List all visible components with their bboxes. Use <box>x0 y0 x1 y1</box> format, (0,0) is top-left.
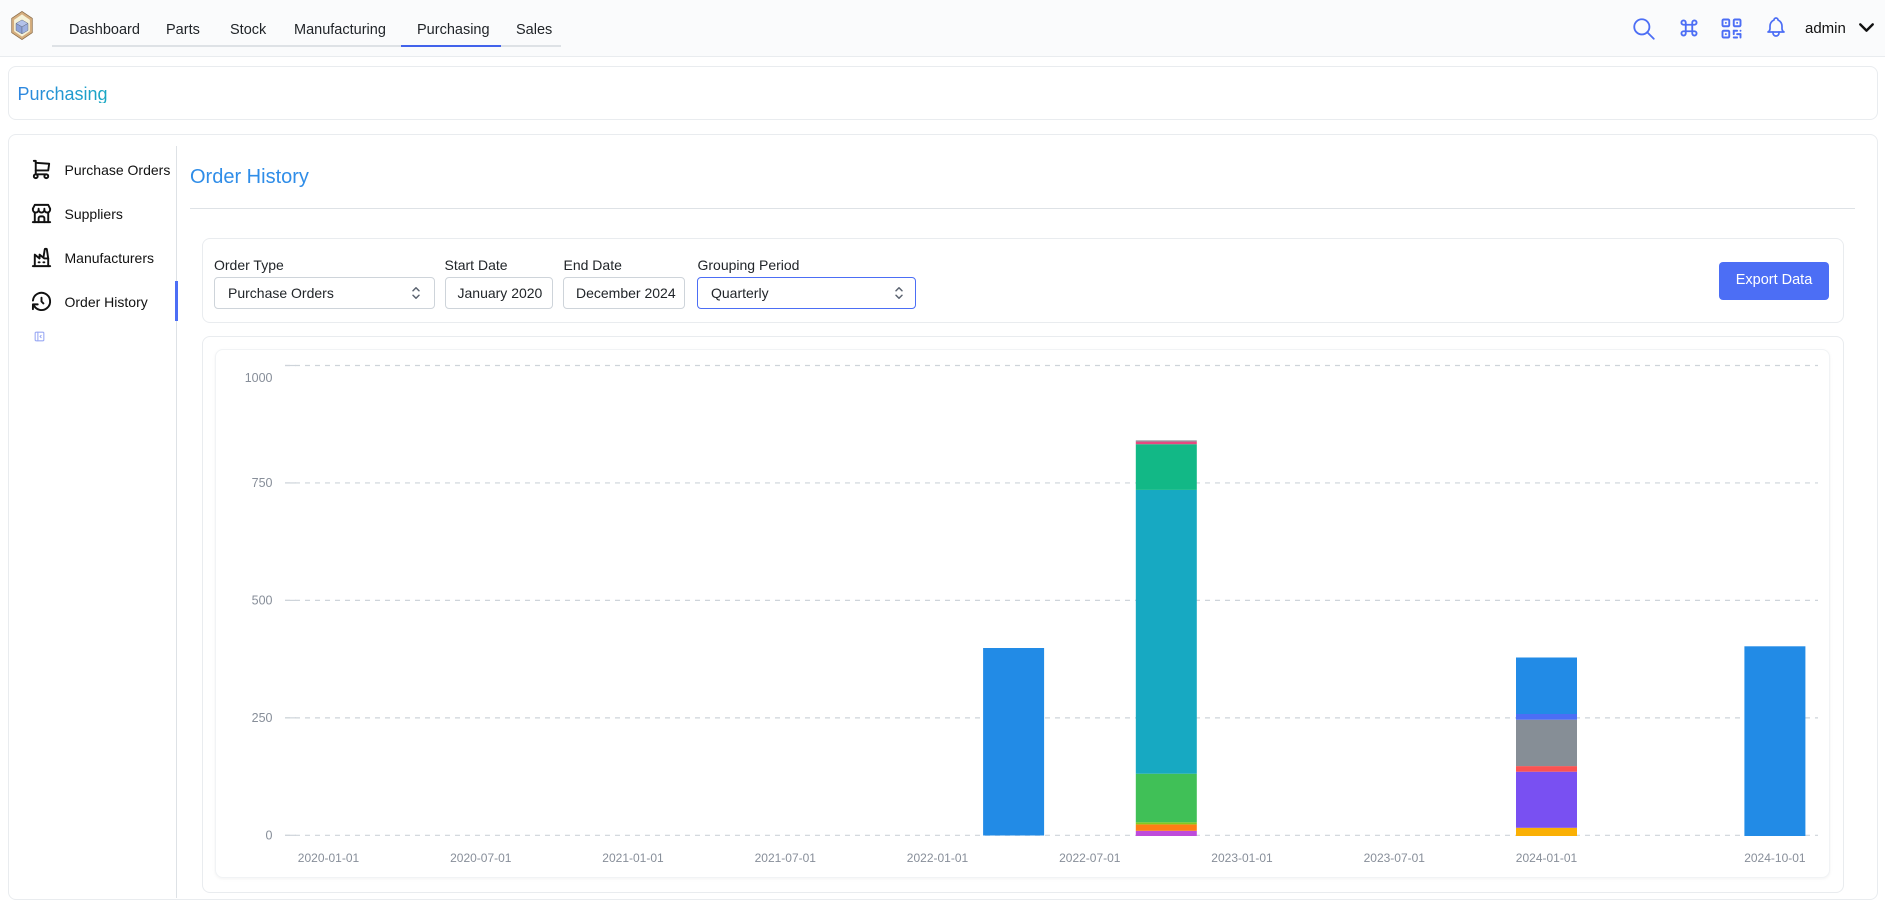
svg-text:2021-07-01: 2021-07-01 <box>754 851 816 865</box>
svg-text:500: 500 <box>251 593 272 607</box>
svg-text:2020-07-01: 2020-07-01 <box>450 851 512 865</box>
svg-text:750: 750 <box>251 476 272 490</box>
svg-text:250: 250 <box>251 710 272 724</box>
svg-text:2021-01-01: 2021-01-01 <box>602 851 664 865</box>
svg-text:2020-01-01: 2020-01-01 <box>297 851 359 865</box>
svg-text:2022-07-01: 2022-07-01 <box>1059 851 1121 865</box>
svg-text:0: 0 <box>265 828 272 842</box>
svg-text:2024-10-01: 2024-10-01 <box>1744 851 1806 865</box>
svg-text:1000: 1000 <box>244 371 272 385</box>
svg-text:2023-01-01: 2023-01-01 <box>1211 851 1273 865</box>
svg-text:2023-07-01: 2023-07-01 <box>1363 851 1425 865</box>
svg-text:2024-01-01: 2024-01-01 <box>1515 851 1577 865</box>
svg-text:2022-01-01: 2022-01-01 <box>906 851 968 865</box>
